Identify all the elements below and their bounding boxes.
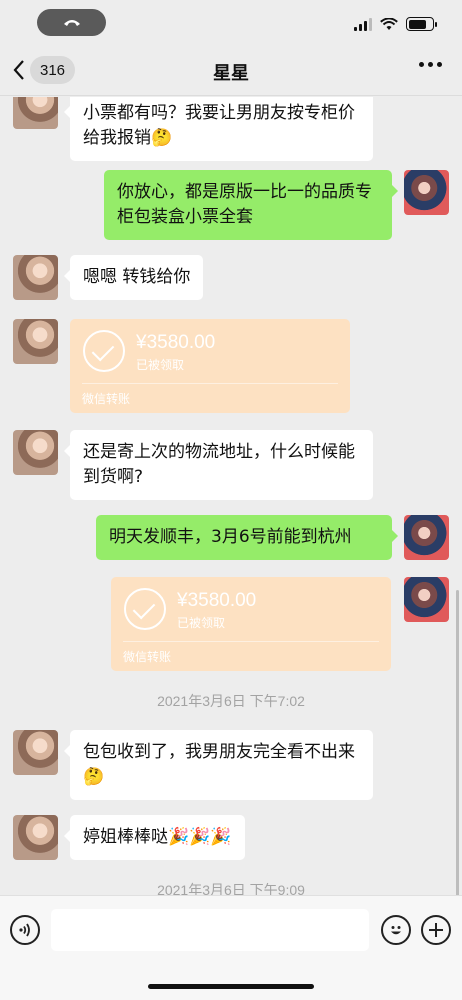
message-text: 小票都有吗？我要让男朋友按专柜价给我报销 xyxy=(83,103,355,148)
transfer-card[interactable]: ¥3580.00 已被领取 微信转账 xyxy=(111,577,391,671)
scrollbar[interactable] xyxy=(456,590,459,895)
message-bubble[interactable]: 嗯嗯 转钱给你 xyxy=(63,255,204,300)
wifi-icon xyxy=(380,17,398,30)
message-bubble[interactable]: 包包收到了，我男朋友完全看不出来 🤔 xyxy=(64,730,373,800)
chat-title: 星星 xyxy=(213,63,249,84)
message-bubble[interactable]: 婷姐棒棒哒🎉🎉🎉 xyxy=(64,815,245,860)
message-text: 包包收到了，我男朋友完全看不出来 xyxy=(83,742,355,762)
active-call-pill[interactable] xyxy=(37,9,106,36)
battery-icon xyxy=(406,17,437,31)
more-icon xyxy=(419,62,424,67)
message-text: 还是寄上次的物流地址，什么时候能到货啊? xyxy=(83,442,355,487)
timestamp: 2021年3月6日 下午9:09 xyxy=(157,882,305,895)
transfer-label: 微信转账 xyxy=(82,392,131,406)
my-avatar[interactable] xyxy=(404,577,449,622)
transfer-divider xyxy=(82,383,338,384)
transfer-card[interactable]: ¥3580.00 已被领取 微信转账 xyxy=(70,319,350,413)
home-indicator[interactable] xyxy=(148,984,314,989)
contact-avatar[interactable] xyxy=(13,97,58,129)
more-functions-button[interactable] xyxy=(421,915,451,945)
emoji-icon xyxy=(391,926,401,935)
transfer-label: 微信转账 xyxy=(123,650,172,664)
message-bubble[interactable]: 明天发顺丰，3月6号前能到杭州 xyxy=(96,515,398,560)
transfer-amount: ¥3580.00 xyxy=(177,590,257,611)
status-bar xyxy=(0,0,462,46)
message-list[interactable]: 小票都有吗？我要让男朋友按专柜价给我报销🤔 你放心，都是原版一比一的品质专柜包装… xyxy=(0,97,462,895)
transfer-divider xyxy=(123,641,379,642)
message-bubble[interactable]: 你放心，都是原版一比一的品质专柜包装盒小票全套 xyxy=(104,170,398,240)
status-icons xyxy=(354,17,437,31)
signal-icon xyxy=(354,17,372,31)
check-icon xyxy=(83,330,125,372)
chat-header: 316 星星 xyxy=(0,46,462,96)
emoji-button[interactable] xyxy=(381,915,411,945)
transfer-status: 已被领取 xyxy=(136,358,185,372)
phone-icon xyxy=(63,19,80,26)
timestamp: 2021年3月6日 下午7:02 xyxy=(157,693,305,709)
message-text: 嗯嗯 转钱给你 xyxy=(83,267,191,287)
contact-avatar[interactable] xyxy=(13,430,58,475)
transfer-amount: ¥3580.00 xyxy=(136,332,216,353)
my-avatar[interactable] xyxy=(404,170,449,215)
voice-button[interactable] xyxy=(10,915,40,945)
message-text: 婷姐棒棒哒 xyxy=(83,827,168,847)
check-icon xyxy=(124,588,166,630)
voice-icon xyxy=(19,923,30,937)
message-text: 你放心，都是原版一比一的品质专柜包装盒小票全套 xyxy=(117,182,372,227)
emoji-icon: 🤔 xyxy=(151,128,173,148)
contact-avatar[interactable] xyxy=(13,815,58,860)
more-button[interactable] xyxy=(419,62,442,67)
emoji-icon: 🤔 xyxy=(83,767,105,787)
message-input[interactable] xyxy=(51,909,369,951)
plus-icon xyxy=(429,923,443,937)
contact-avatar[interactable] xyxy=(13,255,58,300)
party-popper-icon: 🎉🎉🎉 xyxy=(168,827,232,847)
message-bubble[interactable]: 还是寄上次的物流地址，什么时候能到货啊? xyxy=(64,430,373,500)
message-text: 明天发顺丰，3月6号前能到杭州 xyxy=(109,527,352,547)
transfer-status: 已被领取 xyxy=(177,616,226,630)
contact-avatar[interactable] xyxy=(13,319,58,364)
message-bubble[interactable]: 小票都有吗？我要让男朋友按专柜价给我报销🤔 xyxy=(64,97,373,161)
my-avatar[interactable] xyxy=(404,515,449,560)
contact-avatar[interactable] xyxy=(13,730,58,775)
